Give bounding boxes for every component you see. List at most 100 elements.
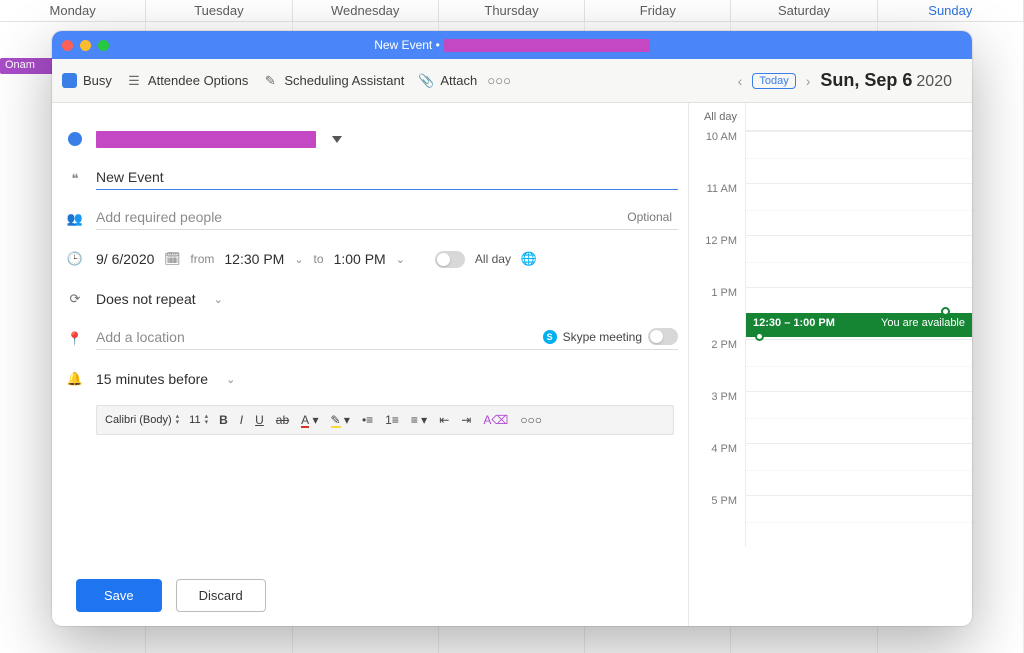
all-day-slot[interactable] xyxy=(745,103,972,131)
discard-button[interactable]: Discard xyxy=(176,579,266,612)
font-family-select[interactable]: Calibri (Body)▴▾ xyxy=(101,412,183,428)
day-sat[interactable]: Saturday xyxy=(731,0,877,21)
day-thu[interactable]: Thursday xyxy=(439,0,585,21)
calendar-color-dot-icon[interactable] xyxy=(68,132,82,146)
start-time-chevron-icon[interactable]: ⌄ xyxy=(294,253,303,266)
end-time-chevron-icon[interactable]: ⌄ xyxy=(396,253,405,266)
repeat-select[interactable]: Does not repeat xyxy=(96,291,196,307)
outdent-button[interactable]: ⇤ xyxy=(434,410,454,430)
to-label: to xyxy=(314,252,324,266)
skype-meeting-label: Skype meeting xyxy=(563,330,642,344)
close-icon[interactable] xyxy=(62,40,73,51)
next-day-button[interactable]: › xyxy=(804,73,813,89)
bell-icon: 🔔 xyxy=(66,371,84,387)
day-sun[interactable]: Sunday xyxy=(878,0,1024,21)
maximize-icon[interactable] xyxy=(98,40,109,51)
event-body-textarea[interactable] xyxy=(66,435,678,565)
minimize-icon[interactable] xyxy=(80,40,91,51)
event-resize-handle-bottom[interactable] xyxy=(755,332,764,341)
end-time-input[interactable]: 1:00 PM xyxy=(334,251,386,267)
hour-label: 10 AM xyxy=(689,131,745,183)
clear-formatting-button[interactable]: A⌫ xyxy=(478,410,513,430)
align-button[interactable]: ≡ ▾ xyxy=(406,410,432,430)
skype-icon: S xyxy=(543,330,557,344)
ellipsis-icon: ○○○ xyxy=(491,73,507,89)
all-day-label: All day xyxy=(689,103,745,131)
highlight-button[interactable]: ✎ ▾ xyxy=(326,410,355,430)
today-button[interactable]: Today xyxy=(752,73,795,89)
calendar-picker-icon[interactable]: 🗓 xyxy=(164,251,180,267)
reminder-chevron-icon[interactable]: ⌄ xyxy=(226,373,235,386)
day-tue[interactable]: Tuesday xyxy=(146,0,292,21)
from-label: from xyxy=(190,252,214,266)
location-icon: 📍 xyxy=(66,331,84,347)
italic-button[interactable]: I xyxy=(235,410,248,430)
attendee-options-button[interactable]: ☰ Attendee Options xyxy=(126,73,248,89)
numbering-button[interactable]: 1≡ xyxy=(380,410,404,430)
time-slot[interactable] xyxy=(745,339,972,391)
busy-status-button[interactable]: Busy xyxy=(62,73,112,88)
start-time-input[interactable]: 12:30 PM xyxy=(224,251,284,267)
event-form: ❝ New Event 👥 Add required people Option… xyxy=(52,103,688,626)
toolbar-overflow-button[interactable]: ○○○ xyxy=(491,73,507,89)
strikethrough-button[interactable]: ab xyxy=(271,410,294,430)
preview-event[interactable]: 12:30 – 1:00 PM You are available xyxy=(746,313,972,337)
date-input[interactable]: 9/ 6/2020 xyxy=(96,251,154,267)
hour-label: 5 PM xyxy=(689,495,745,547)
repeat-chevron-icon[interactable]: ⌄ xyxy=(214,293,223,306)
day-fri[interactable]: Friday xyxy=(585,0,731,21)
font-size-select[interactable]: 11▴▾ xyxy=(185,412,212,428)
hour-label: 12 PM xyxy=(689,235,745,287)
calendar-name-redacted xyxy=(96,131,316,148)
day-wed[interactable]: Wednesday xyxy=(293,0,439,21)
time-slot[interactable] xyxy=(745,443,972,495)
event-title-input[interactable]: New Event xyxy=(96,169,678,185)
all-day-toggle[interactable] xyxy=(435,251,465,268)
hour-label: 3 PM xyxy=(689,391,745,443)
bold-button[interactable]: B xyxy=(214,410,233,430)
rte-overflow-button[interactable]: ○○○ xyxy=(515,410,547,430)
paperclip-icon: 📎 xyxy=(418,73,434,89)
preview-event-time: 12:30 – 1:00 PM xyxy=(753,317,835,333)
window-title-redacted xyxy=(444,39,650,52)
skype-meeting-toggle[interactable] xyxy=(648,328,678,345)
hour-label: 1 PM xyxy=(689,287,745,339)
toolbar: Busy ☰ Attendee Options ✎ Scheduling Ass… xyxy=(52,59,972,103)
font-color-button[interactable]: A ▾ xyxy=(296,410,323,430)
event-resize-handle-top[interactable] xyxy=(941,307,950,316)
time-slot[interactable] xyxy=(745,495,972,547)
required-people-input[interactable]: Add required people xyxy=(96,209,222,225)
prev-day-button[interactable]: ‹ xyxy=(736,73,745,89)
bullets-button[interactable]: •≡ xyxy=(357,410,378,430)
week-header: Monday Tuesday Wednesday Thursday Friday… xyxy=(0,0,1024,22)
time-slot[interactable] xyxy=(745,131,972,183)
save-button[interactable]: Save xyxy=(76,579,162,612)
location-input[interactable]: Add a location xyxy=(96,329,185,345)
people-icon: 👥 xyxy=(66,211,84,227)
title-icon: ❝ xyxy=(66,171,84,187)
attendee-options-icon: ☰ xyxy=(126,73,142,89)
all-day-label: All day xyxy=(475,252,511,266)
day-preview: All day 10 AM 11 AM 12 PM 1 PM 2 PM 3 PM… xyxy=(688,103,972,626)
hour-label: 11 AM xyxy=(689,183,745,235)
rich-text-toolbar: Calibri (Body)▴▾ 11▴▾ B I U ab A ▾ ✎ ▾ •… xyxy=(96,405,674,435)
optional-people-button[interactable]: Optional xyxy=(627,210,678,224)
reminder-select[interactable]: 15 minutes before xyxy=(96,371,208,387)
time-slot[interactable] xyxy=(745,391,972,443)
underline-button[interactable]: U xyxy=(250,410,269,430)
window-title: New Event • xyxy=(374,38,440,52)
calendar-select-chevron-icon[interactable] xyxy=(332,136,342,143)
timezone-icon[interactable]: 🌐 xyxy=(521,251,537,267)
indent-button[interactable]: ⇥ xyxy=(456,410,476,430)
day-mon[interactable]: Monday xyxy=(0,0,146,21)
hour-label: 4 PM xyxy=(689,443,745,495)
preview-event-status: You are available xyxy=(881,317,965,333)
busy-color-icon xyxy=(62,73,77,88)
clock-icon: 🕒 xyxy=(66,251,84,267)
attach-button[interactable]: 📎 Attach xyxy=(418,73,477,89)
scheduling-assistant-button[interactable]: ✎ Scheduling Assistant xyxy=(262,73,404,89)
time-slot[interactable] xyxy=(745,183,972,235)
time-slot[interactable] xyxy=(745,235,972,287)
scheduling-assistant-icon: ✎ xyxy=(262,73,278,89)
hour-label: 2 PM xyxy=(689,339,745,391)
